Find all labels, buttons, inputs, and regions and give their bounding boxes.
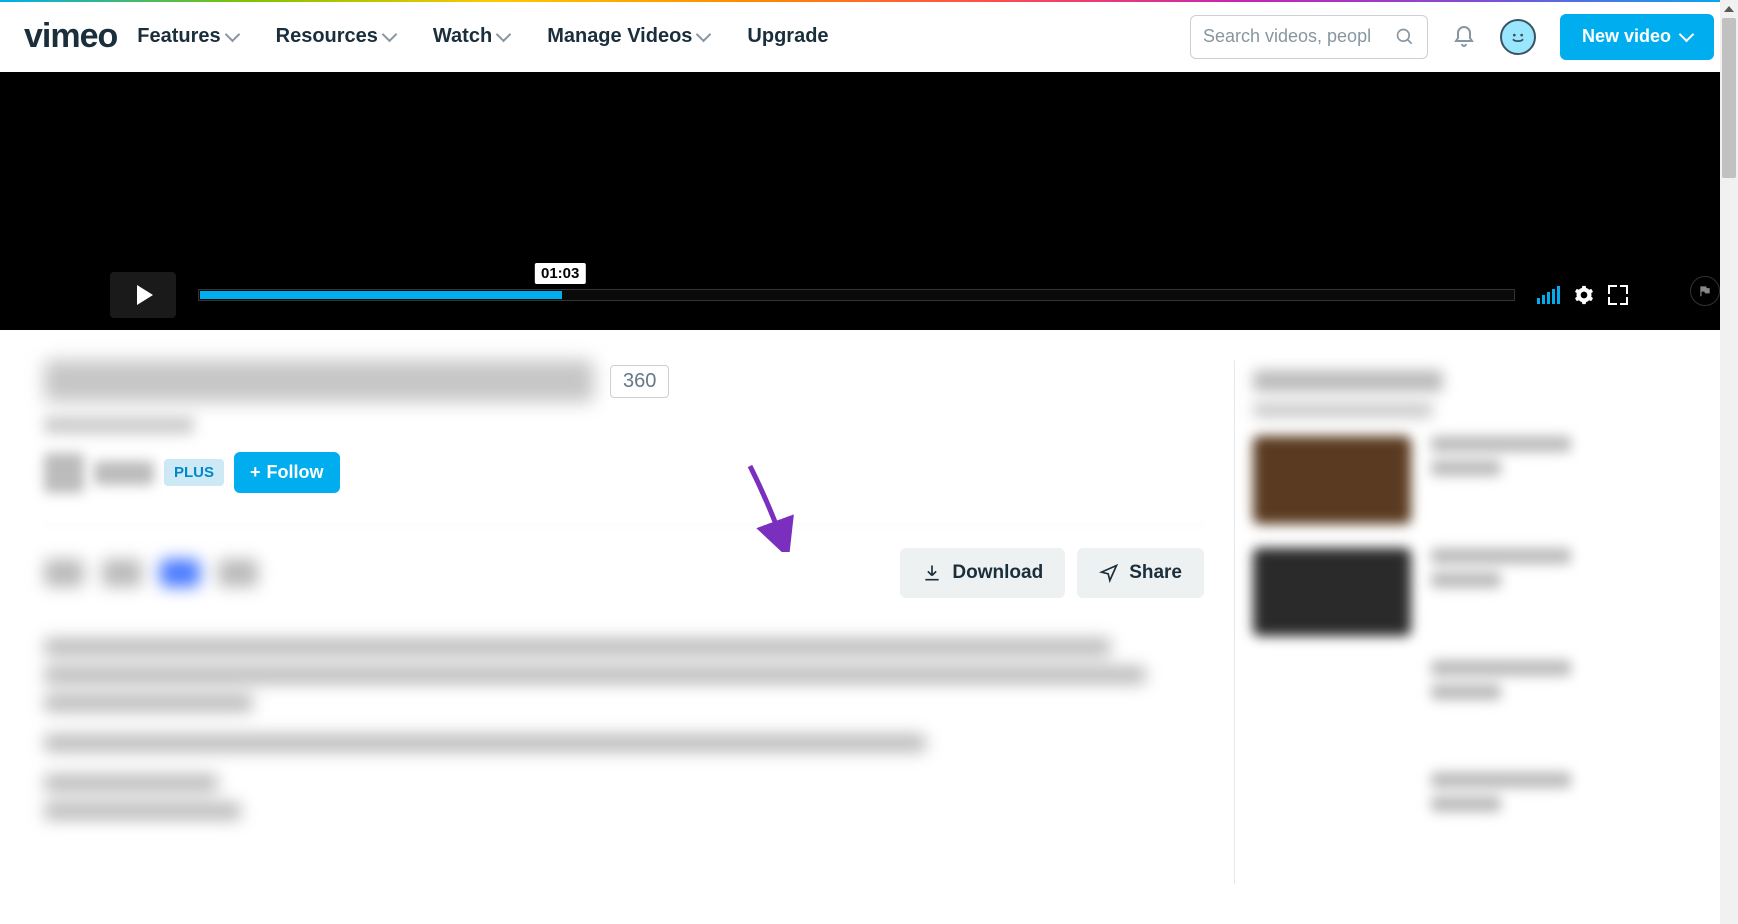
player-controls: 01:03 xyxy=(0,272,1738,318)
engagement-actions-blurred xyxy=(44,559,258,587)
main-nav: Features Resources Watch Manage Videos U… xyxy=(137,25,828,48)
action-buttons: Download Share xyxy=(900,548,1204,598)
vimeo-logo[interactable]: vimeo xyxy=(24,17,117,56)
main-column: 360 PLUS + Follow Download Share xyxy=(44,360,1234,884)
page-scrollbar[interactable] xyxy=(1720,0,1738,924)
scroll-up-arrow-icon[interactable] xyxy=(1720,0,1738,18)
scroll-thumb[interactable] xyxy=(1722,18,1736,178)
description-blurred xyxy=(44,638,1204,820)
sidebar-heading-blurred xyxy=(1253,370,1443,392)
search-box[interactable] xyxy=(1190,15,1428,59)
chevron-down-icon xyxy=(496,27,512,43)
avatar-face-icon xyxy=(1507,26,1529,48)
video-subtitle-blurred xyxy=(44,416,194,434)
nav-features-label: Features xyxy=(137,25,220,48)
author-row: PLUS + Follow xyxy=(44,452,1204,493)
play-icon xyxy=(137,285,153,305)
related-video-item[interactable] xyxy=(1253,660,1694,748)
title-row: 360 xyxy=(44,360,1204,402)
nav-resources[interactable]: Resources xyxy=(276,25,395,48)
share-icon xyxy=(1099,563,1119,583)
related-video-item[interactable] xyxy=(1253,772,1694,860)
nav-watch[interactable]: Watch xyxy=(433,25,509,48)
search-input[interactable] xyxy=(1203,26,1395,47)
related-thumb xyxy=(1253,660,1411,748)
download-button[interactable]: Download xyxy=(900,548,1065,598)
related-video-item[interactable] xyxy=(1253,436,1694,524)
time-tooltip: 01:03 xyxy=(535,263,585,284)
chevron-down-icon xyxy=(224,27,240,43)
nav-upgrade-label: Upgrade xyxy=(747,25,828,48)
nav-upgrade[interactable]: Upgrade xyxy=(747,25,828,48)
video-player[interactable]: 01:03 xyxy=(0,72,1738,330)
search-icon xyxy=(1395,27,1415,47)
share-label: Share xyxy=(1129,562,1182,584)
chevron-down-icon xyxy=(1679,27,1695,43)
chevron-down-icon xyxy=(696,27,712,43)
sidebar-subheading-blurred xyxy=(1253,402,1433,418)
progress-fill xyxy=(200,291,562,299)
fullscreen-icon[interactable] xyxy=(1608,285,1628,305)
new-video-label: New video xyxy=(1582,26,1671,47)
sidebar xyxy=(1234,360,1694,884)
report-flag-button[interactable] xyxy=(1690,276,1720,306)
play-button[interactable] xyxy=(110,272,176,318)
actions-row: Download Share xyxy=(44,548,1204,598)
chevron-down-icon xyxy=(382,27,398,43)
progress-track[interactable] xyxy=(198,289,1515,301)
related-thumb xyxy=(1253,548,1411,636)
follow-label: Follow xyxy=(267,462,324,483)
player-right-controls xyxy=(1537,285,1628,305)
nav-manage-label: Manage Videos xyxy=(547,25,692,48)
author-avatar-blurred xyxy=(44,453,84,493)
progress-bar-wrap: 01:03 xyxy=(198,289,1515,301)
nav-features[interactable]: Features xyxy=(137,25,237,48)
divider xyxy=(44,525,1204,526)
user-avatar[interactable] xyxy=(1500,19,1536,55)
top-navigation: vimeo Features Resources Watch Manage Vi… xyxy=(0,2,1738,72)
plus-badge: PLUS xyxy=(164,459,224,486)
new-video-button[interactable]: New video xyxy=(1560,14,1714,60)
settings-icon[interactable] xyxy=(1574,285,1594,305)
nav-watch-label: Watch xyxy=(433,25,492,48)
nav-resources-label: Resources xyxy=(276,25,378,48)
related-video-item[interactable] xyxy=(1253,548,1694,636)
download-label: Download xyxy=(952,562,1043,584)
content-body: 360 PLUS + Follow Download Share xyxy=(0,330,1738,924)
download-icon xyxy=(922,563,942,583)
follow-button[interactable]: + Follow xyxy=(234,452,340,493)
related-thumb xyxy=(1253,436,1411,524)
plus-icon: + xyxy=(250,462,261,483)
share-button[interactable]: Share xyxy=(1077,548,1204,598)
author-name-blurred xyxy=(94,461,154,485)
volume-control[interactable] xyxy=(1537,286,1560,304)
badge-360: 360 xyxy=(610,365,669,398)
related-thumb xyxy=(1253,772,1411,860)
video-title-blurred xyxy=(44,360,594,402)
nav-manage-videos[interactable]: Manage Videos xyxy=(547,25,709,48)
notifications-icon[interactable] xyxy=(1452,25,1476,49)
